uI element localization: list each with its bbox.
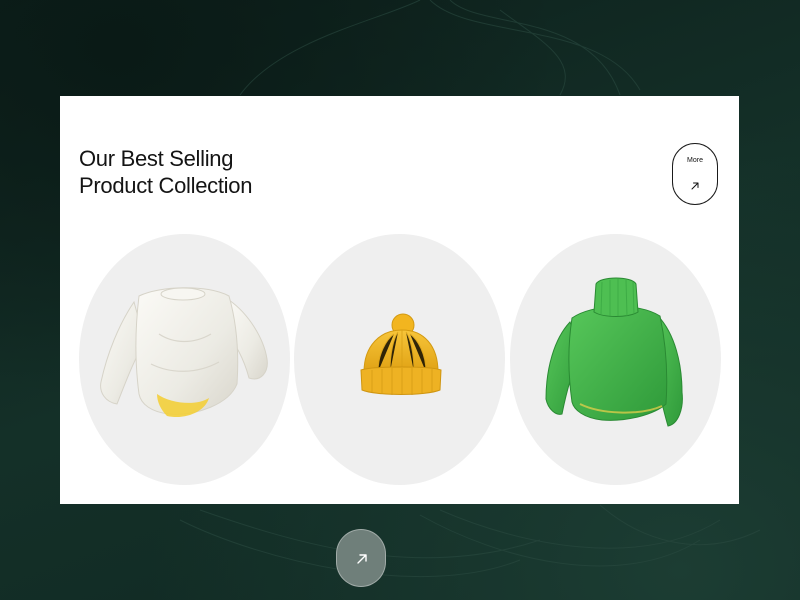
more-button-label: More	[687, 157, 703, 164]
product-card-green-turtleneck[interactable]	[510, 234, 721, 485]
product-card-white-sweater[interactable]	[79, 234, 290, 485]
more-button[interactable]: More	[672, 143, 718, 205]
page-title: Our Best Selling Product Collection	[79, 145, 252, 199]
cta-arrow-button[interactable]	[336, 529, 386, 587]
product-collection-card: Our Best Selling Product Collection More	[60, 96, 739, 504]
arrow-up-right-icon	[357, 554, 367, 564]
title-line-1: Our Best Selling	[79, 146, 234, 171]
arrow-up-right-icon	[691, 182, 699, 190]
green-turtleneck-image	[545, 277, 683, 427]
white-sweater-image	[100, 287, 268, 418]
yellow-beanie-image	[360, 313, 442, 395]
product-card-yellow-beanie[interactable]	[294, 234, 505, 485]
title-line-2: Product Collection	[79, 173, 253, 198]
